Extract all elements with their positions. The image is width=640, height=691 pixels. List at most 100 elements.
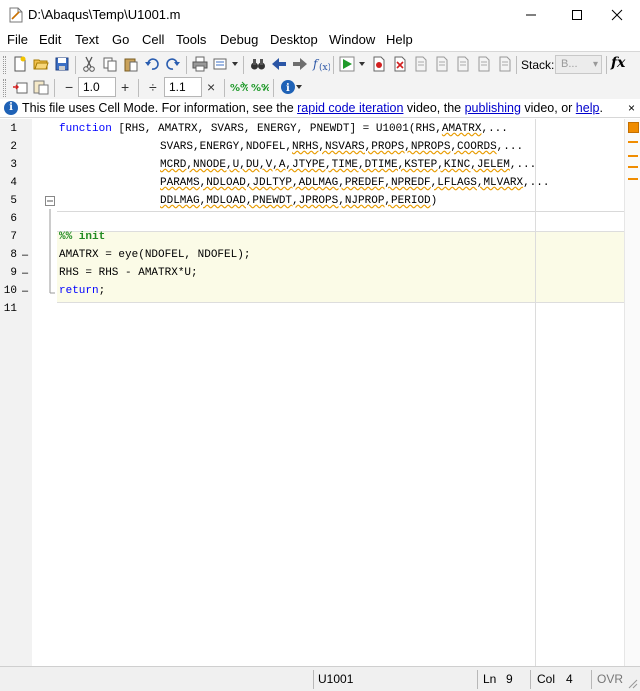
code-text: ,... [509, 159, 537, 171]
open-file-button[interactable] [32, 55, 50, 73]
menu-edit[interactable]: Edit [39, 30, 61, 50]
divide-button[interactable]: ÷ [149, 79, 157, 95]
code-text: ) [430, 195, 438, 207]
chevron-down-icon [296, 85, 302, 89]
menu-window[interactable]: Window [329, 30, 375, 50]
toolbar-separator [243, 56, 244, 74]
exit-debug-button[interactable] [496, 55, 514, 73]
menu-desktop[interactable]: Desktop [270, 30, 318, 50]
info-icon: i [4, 101, 18, 115]
find-files-button[interactable] [212, 55, 230, 73]
code-text: ; [98, 285, 106, 297]
save-button[interactable] [53, 55, 71, 73]
step-button[interactable] [412, 55, 430, 73]
code-line-10[interactable]: return; [59, 285, 105, 297]
publishing-link[interactable]: publishing [465, 101, 521, 115]
function-hints-button[interactable]: fx [611, 55, 625, 71]
code-line-8[interactable]: AMATRX = eye(NDOFEL, NDOFEL); [59, 249, 250, 261]
resize-grip-icon[interactable] [628, 679, 638, 689]
code-line-1[interactable]: function [RHS, AMATRX, SVARS, ENERGY, PN… [59, 123, 508, 135]
back-button[interactable] [270, 55, 288, 73]
warning-marker[interactable] [628, 141, 638, 143]
menu-help[interactable]: Help [386, 30, 413, 50]
menu-tools[interactable]: Tools [176, 30, 206, 50]
infobar-text: video, or [520, 101, 576, 115]
menu-file[interactable]: File [7, 30, 28, 50]
forward-button[interactable] [291, 55, 309, 73]
find-dropdown[interactable] [230, 55, 240, 73]
step-out-button[interactable] [454, 55, 472, 73]
status-divider [591, 670, 592, 689]
status-divider [530, 670, 531, 689]
executable-line-marker[interactable]: – [22, 267, 28, 279]
code-line-4[interactable]: PARAMS,NDLOAD,JDLTYP,ADLMAG,PREDEF,NPRED… [160, 177, 549, 189]
multiply-button[interactable]: × [207, 79, 215, 95]
save-icon [55, 57, 69, 71]
step-out-icon [457, 56, 469, 72]
function-browser-button[interactable]: f (x) [312, 55, 330, 73]
toolbar-separator [75, 56, 76, 74]
redo-button[interactable] [164, 55, 182, 73]
clear-breakpoints-button[interactable] [391, 55, 409, 73]
warning-marker[interactable] [628, 155, 638, 157]
stack-select[interactable]: B... ▾ [555, 55, 602, 74]
continue-button[interactable] [475, 55, 493, 73]
insert-cell-divider-button[interactable] [11, 78, 29, 96]
code-line-3[interactable]: MCRD,NNODE,U,DU,V,A,JTYPE,TIME,DTIME,KST… [160, 159, 536, 171]
code-editor[interactable]: 1 2 3 4 5 6 7 8 9 10 11 – – – function [… [0, 119, 640, 666]
set-breakpoint-button[interactable] [370, 55, 388, 73]
toolbar-grip[interactable] [3, 79, 6, 97]
menu-go[interactable]: Go [112, 30, 129, 50]
menu-cell[interactable]: Cell [142, 30, 164, 50]
toolbar-separator [54, 79, 55, 97]
multiply-value-field[interactable]: 1.1 [164, 77, 202, 97]
menu-debug[interactable]: Debug [220, 30, 258, 50]
infobar-text: . [599, 101, 603, 115]
executable-line-marker[interactable]: – [22, 285, 28, 297]
new-file-icon [14, 56, 26, 72]
executable-line-marker[interactable]: – [22, 249, 28, 261]
evaluate-and-advance-button[interactable]: %% [230, 78, 248, 96]
new-file-button[interactable] [11, 55, 29, 73]
evaluate-file-button[interactable]: %% [251, 78, 269, 96]
exit-debug-icon [499, 56, 511, 72]
go-to-button[interactable] [249, 55, 267, 73]
infobar-text: This file uses Cell Mode. For informatio… [22, 101, 298, 115]
decrement-value-field[interactable]: 1.0 [78, 77, 116, 97]
menu-text[interactable]: Text [75, 30, 99, 50]
increment-button[interactable]: + [121, 79, 129, 95]
help-link[interactable]: help [576, 101, 600, 115]
fold-collapse-icon[interactable] [45, 196, 55, 206]
warning-status-icon[interactable] [628, 122, 639, 133]
run-dropdown[interactable] [357, 55, 367, 73]
minimize-button[interactable] [508, 0, 554, 30]
menu-bar: File Edit Text Go Cell Tools Debug Deskt… [0, 30, 640, 50]
code-line-7[interactable]: %% init [59, 231, 105, 243]
code-line-2[interactable]: SVARS,ENERGY,NDOFEL,NRHS,NSVARS,PROPS,NP… [160, 141, 523, 153]
code-text: ,... [496, 141, 524, 153]
line-number-gutter[interactable]: 1 2 3 4 5 6 7 8 9 10 11 – – – [0, 119, 32, 666]
toolbar-grip[interactable] [3, 56, 6, 74]
rapid-code-iteration-link[interactable]: rapid code iteration [297, 101, 403, 115]
step-in-button[interactable] [433, 55, 451, 73]
svg-text:i: i [286, 83, 290, 94]
close-button[interactable] [594, 0, 640, 30]
code-folding-column [44, 119, 56, 666]
decrement-button[interactable]: − [65, 79, 73, 95]
line-number: 3 [10, 159, 17, 171]
run-button[interactable] [338, 55, 356, 73]
arrow-left-icon [272, 58, 286, 70]
warning-marker[interactable] [628, 166, 638, 168]
paste-button[interactable] [122, 55, 140, 73]
print-button[interactable] [191, 55, 209, 73]
copy-button[interactable] [101, 55, 119, 73]
warning-marker[interactable] [628, 178, 638, 180]
close-infobar-button[interactable]: × [628, 99, 635, 117]
undo-button[interactable] [143, 55, 161, 73]
code-line-5[interactable]: DDLMAG,MDLOAD,PNEWDT,JPROPS,NJPROP,PERIO… [160, 195, 437, 207]
code-line-9[interactable]: RHS = RHS - AMATRX*U; [59, 267, 198, 279]
evaluate-cell-button[interactable] [32, 78, 50, 96]
copy-icon [103, 57, 117, 72]
info-dropdown[interactable] [294, 78, 304, 96]
cut-button[interactable] [80, 55, 98, 73]
